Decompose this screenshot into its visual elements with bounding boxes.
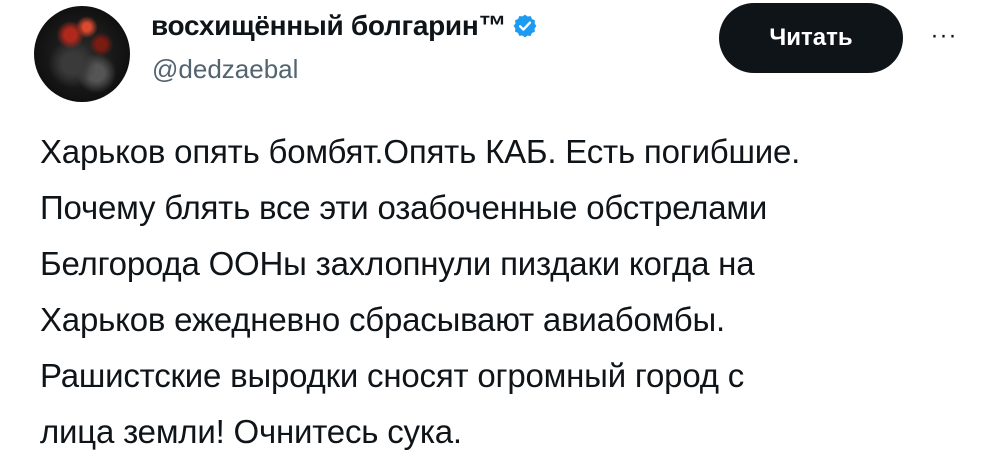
tweet-text-line: Белгорода ООНы захлопнули пиздаки когда … [40,245,755,282]
author-display-name[interactable]: восхищённый болгарин™ [151,10,506,42]
tweet-text-line: Рашистские выродки сносят огромный город… [40,357,745,394]
tweet-text-line: Харьков ежедневно сбрасывают авиабомбы. [40,301,725,338]
verified-badge-icon[interactable] [512,13,538,39]
avatar[interactable] [34,6,130,102]
tweet-text: Харьков опять бомбят.Опять КАБ. Есть пог… [40,124,990,460]
author-name-row: восхищённый болгарин™ [151,10,538,42]
tweet-text-line: лица земли! Очнитесь сука. [40,413,462,450]
more-horizontal-icon[interactable]: ··· [922,18,966,54]
tweet-text-line: Харьков опять бомбят.Опять КАБ. Есть пог… [40,133,801,170]
author-handle[interactable]: @dedzaebal [152,54,298,85]
tweet-text-line: Почему блять все эти озабоченные обстрел… [40,189,768,226]
follow-button[interactable]: Читать [719,3,903,73]
